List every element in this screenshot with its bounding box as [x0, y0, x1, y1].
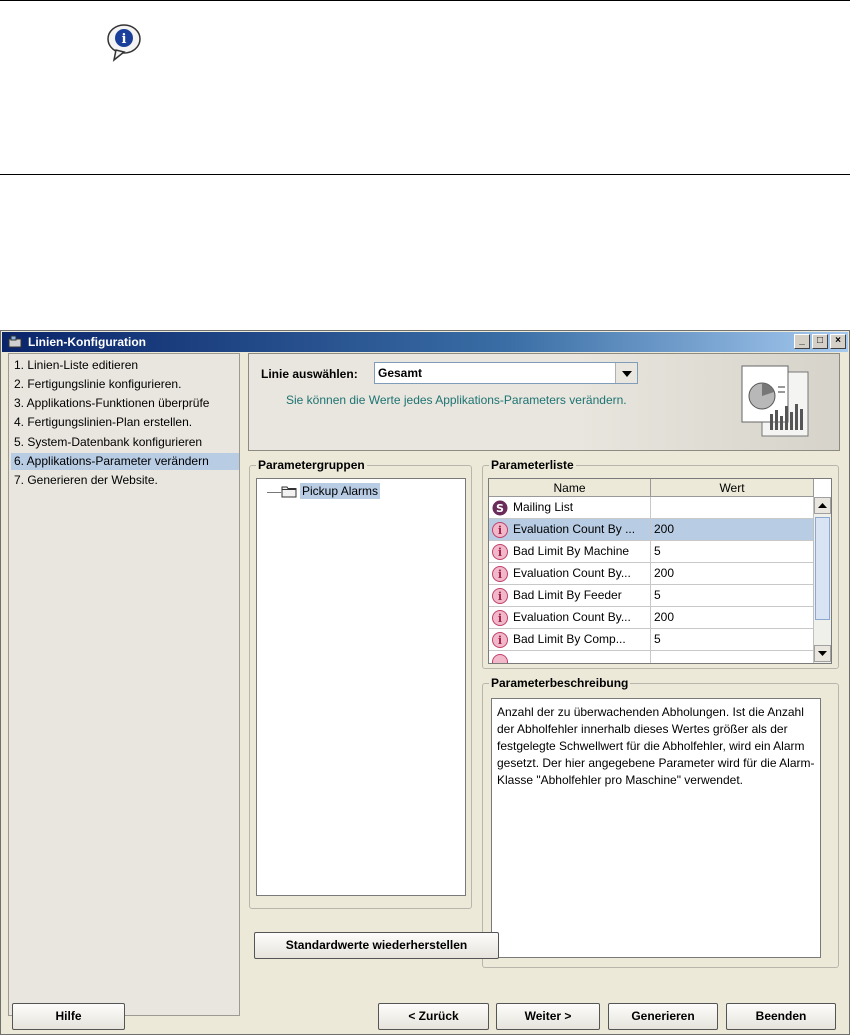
tree-connector — [267, 492, 281, 493]
cell-name: i Bad Limit By Comp... — [489, 629, 651, 650]
parameter-groups-tree[interactable]: Pickup Alarms — [256, 478, 466, 896]
configuration-window: Linien-Konfiguration _ □ × 1. Linien-Lis… — [0, 330, 850, 1035]
table-row[interactable]: i Evaluation Count By... 200 — [489, 607, 814, 629]
header-panel: Linie auswählen: Gesamt Sie können die W… — [248, 353, 840, 451]
close-button[interactable]: × — [830, 334, 846, 349]
table-row[interactable]: i Bad Limit By Feeder 5 — [489, 585, 814, 607]
table-row[interactable]: i Evaluation Count By... 200 — [489, 563, 814, 585]
tree-item-pickup-alarms[interactable]: Pickup Alarms — [300, 483, 381, 499]
window-title: Linien-Konfiguration — [28, 335, 146, 349]
parameter-table: Name Wert S Mailing List i Evaluation Co… — [488, 478, 832, 664]
cell-name: i Evaluation Count By ... — [489, 519, 651, 540]
scroll-thumb[interactable] — [815, 517, 830, 620]
parameter-description-title: Parameterbeschreibung — [489, 676, 631, 690]
cell-name: i Bad Limit By Machine — [489, 541, 651, 562]
parameter-groups-title: Parametergruppen — [256, 458, 367, 472]
nav-step-5[interactable]: 5. System-Datenbank konfigurieren — [11, 434, 239, 451]
parameter-description-panel: Parameterbeschreibung Anzahl der zu über… — [482, 676, 839, 968]
column-header-value[interactable]: Wert — [651, 479, 814, 497]
svg-text:S: S — [496, 502, 504, 515]
cell-name: i Bad Limit By Feeder — [489, 585, 651, 606]
folder-icon — [281, 486, 297, 498]
table-row[interactable]: i Evaluation Count By ... 200 — [489, 519, 814, 541]
top-rule — [0, 0, 850, 1]
header-description: Sie können die Werte jedes Applikations-… — [286, 393, 627, 407]
table-scrollbar[interactable] — [813, 497, 831, 663]
svg-text:i: i — [122, 32, 127, 47]
s-badge-icon: S — [492, 500, 508, 516]
info-note-icon: i — [107, 24, 141, 62]
table-row[interactable]: S Mailing List — [489, 497, 814, 519]
nav-step-2[interactable]: 2. Fertigungslinie konfigurieren. — [11, 376, 239, 393]
generate-button[interactable]: Generieren — [608, 1003, 718, 1030]
nav-step-6[interactable]: 6. Applikations-Parameter verändern — [11, 453, 239, 470]
help-button[interactable]: Hilfe — [12, 1003, 125, 1030]
parameter-description-text: Anzahl der zu überwachenden Abholungen. … — [491, 698, 821, 958]
chevron-down-icon[interactable] — [615, 363, 637, 383]
restore-defaults-button[interactable]: Standardwerte wiederherstellen — [254, 932, 499, 959]
cell-name: S Mailing List — [489, 497, 651, 518]
info-badge-icon — [492, 654, 508, 663]
wizard-steps-list: 1. Linien-Liste editieren 2. Fertigungsl… — [8, 353, 240, 1016]
chart-illustration-icon — [741, 365, 809, 437]
cell-value[interactable]: 5 — [651, 585, 814, 606]
title-bar[interactable]: Linien-Konfiguration _ □ × — [2, 332, 848, 352]
table-row[interactable]: i Bad Limit By Comp... 5 — [489, 629, 814, 651]
table-row[interactable]: i Bad Limit By Machine 5 — [489, 541, 814, 563]
nav-step-7[interactable]: 7. Generieren der Website. — [11, 472, 239, 489]
cell-value[interactable] — [651, 497, 814, 518]
minimize-button[interactable]: _ — [794, 334, 810, 349]
svg-text:i: i — [498, 568, 502, 581]
cell-name: i Evaluation Count By... — [489, 607, 651, 628]
back-button[interactable]: < Zurück — [378, 1003, 489, 1030]
column-header-name[interactable]: Name — [489, 479, 651, 497]
cell-name — [489, 651, 651, 663]
line-select-combobox[interactable]: Gesamt — [374, 362, 638, 384]
parameter-list-title: Parameterliste — [489, 458, 576, 472]
line-select-label: Linie auswählen: — [261, 367, 358, 381]
info-badge-icon: i — [492, 566, 508, 582]
parameter-groups-panel: Parametergruppen Pickup Alarms — [249, 458, 472, 909]
info-badge-icon: i — [492, 588, 508, 604]
chevron-up-icon — [818, 503, 827, 508]
cell-value[interactable]: 5 — [651, 629, 814, 650]
svg-text:i: i — [498, 524, 502, 537]
finish-button[interactable]: Beenden — [726, 1003, 836, 1030]
app-icon — [8, 335, 22, 348]
info-badge-icon: i — [492, 610, 508, 626]
scroll-down-button[interactable] — [814, 645, 831, 662]
next-button[interactable]: Weiter > — [496, 1003, 600, 1030]
line-select-value: Gesamt — [378, 366, 423, 380]
info-badge-icon: i — [492, 632, 508, 648]
cell-value[interactable]: 5 — [651, 541, 814, 562]
nav-step-1[interactable]: 1. Linien-Liste editieren — [11, 357, 239, 374]
info-badge-icon: i — [492, 544, 508, 560]
maximize-button[interactable]: □ — [812, 334, 828, 349]
svg-text:i: i — [498, 634, 502, 647]
svg-text:i: i — [498, 612, 502, 625]
cell-value[interactable]: 200 — [651, 563, 814, 584]
bottom-rule — [0, 174, 850, 175]
cell-name: i Evaluation Count By... — [489, 563, 651, 584]
nav-step-3[interactable]: 3. Applikations-Funktionen überprüfe — [11, 395, 239, 412]
chevron-down-icon — [818, 651, 827, 656]
cell-value[interactable]: 200 — [651, 607, 814, 628]
nav-step-4[interactable]: 4. Fertigungslinien-Plan erstellen. — [11, 414, 239, 431]
svg-text:i: i — [498, 546, 502, 559]
parameter-list-panel: Parameterliste Name Wert S Mailing List … — [482, 458, 839, 669]
table-row-partial[interactable] — [489, 651, 814, 663]
cell-value[interactable]: 200 — [651, 519, 814, 540]
scroll-up-button[interactable] — [814, 497, 831, 514]
svg-text:i: i — [498, 590, 502, 603]
info-badge-icon: i — [492, 522, 508, 538]
